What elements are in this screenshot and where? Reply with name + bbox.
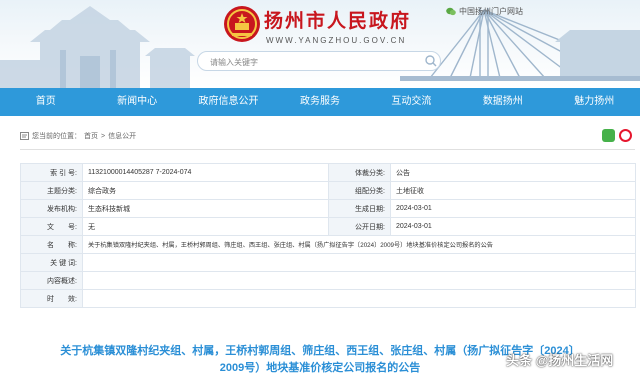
watermark: 头条 @扬州生活网 [506, 353, 614, 368]
table-row: 发布机构: 生态科技新城 生成日期: 2024-03-01 [20, 199, 636, 218]
table-row: 时 效: [20, 289, 636, 308]
weibo-share-icon[interactable] [619, 129, 632, 142]
site-url: WWW.YANGZHOU.GOV.CN [266, 36, 407, 45]
name-value: 关于杭集镇双隆村纪夹组、村属，王桥村郭周组、筛庄组、西王组、张庄组、村属（扬广拟… [82, 235, 636, 254]
breadcrumb-current[interactable]: 信息公开 [108, 131, 136, 141]
main-nav: 首页 新闻中心 政府信息公开 政务服务 互动交流 数据扬州 魅力扬州 [0, 88, 640, 116]
search-button[interactable] [408, 52, 440, 70]
breadcrumb-sep: > [101, 132, 106, 140]
keyword-value [82, 253, 636, 272]
site-title[interactable]: 扬州市人民政府 [264, 6, 411, 33]
table-row: 主题分类: 综合政务 组配分类: 土地征收 [20, 181, 636, 200]
index-value: 11321000014405287 7-2024-074 [82, 163, 329, 182]
nav-item-interaction[interactable]: 互动交流 [366, 88, 457, 116]
wechat-share-icon[interactable] [602, 129, 615, 142]
type-value: 公告 [390, 163, 636, 182]
summary-value [82, 271, 636, 290]
breadcrumb-home[interactable]: 首页 [84, 131, 98, 141]
share-buttons [602, 129, 632, 142]
search-icon [425, 55, 437, 67]
doc-no-label: 文 号: [20, 217, 83, 236]
created-value: 2024-03-01 [390, 199, 636, 218]
publisher-value: 生态科技新城 [82, 199, 329, 218]
org-category-value: 土地征收 [390, 181, 636, 200]
nav-item-gov-services[interactable]: 政务服务 [274, 88, 365, 116]
portal-link-label: 中国扬州门户网站 [459, 7, 523, 16]
created-label: 生成日期: [328, 199, 391, 218]
doc-no-value: 无 [82, 217, 329, 236]
search-input[interactable]: 请输入关键字 [197, 51, 441, 71]
nav-item-info-disclosure[interactable]: 政府信息公开 [183, 88, 274, 116]
timeliness-value [82, 289, 636, 308]
publish-date-value: 2024-03-01 [390, 217, 636, 236]
table-row: 内容概述: [20, 271, 636, 290]
org-category-label: 组配分类: [328, 181, 391, 200]
header-banner: 扬州市人民政府 WWW.YANGZHOU.GOV.CN 中国扬州门户网站 请输入… [0, 0, 640, 88]
table-row: 索 引 号: 11321000014405287 7-2024-074 体裁分类… [20, 163, 636, 182]
summary-label: 内容概述: [20, 271, 83, 290]
topic-value: 综合政务 [82, 181, 329, 200]
nav-item-news[interactable]: 新闻中心 [91, 88, 182, 116]
publish-date-label: 公开日期: [328, 217, 391, 236]
portal-link[interactable]: 中国扬州门户网站 [446, 6, 523, 17]
name-label: 名 称: [20, 235, 83, 254]
wechat-icon [446, 7, 456, 16]
nav-item-data[interactable]: 数据扬州 [457, 88, 548, 116]
breadcrumb-prefix: 您当前的位置： [32, 133, 81, 140]
table-row: 关 键 词: [20, 253, 636, 272]
document-info-table: 索 引 号: 11321000014405287 7-2024-074 体裁分类… [20, 163, 636, 308]
nav-item-charm[interactable]: 魅力扬州 [549, 88, 640, 116]
breadcrumb: 您当前的位置： 首页 > 信息公开 [20, 131, 136, 141]
timeliness-label: 时 效: [20, 289, 83, 308]
national-emblem-icon [224, 6, 260, 42]
topic-label: 主题分类: [20, 181, 83, 200]
table-row: 文 号: 无 公开日期: 2024-03-01 [20, 217, 636, 236]
publisher-label: 发布机构: [20, 199, 83, 218]
location-icon [20, 132, 29, 140]
index-label: 索 引 号: [20, 163, 83, 182]
type-label: 体裁分类: [328, 163, 391, 182]
divider [20, 149, 635, 150]
table-row: 名 称: 关于杭集镇双隆村纪夹组、村属，王桥村郭周组、筛庄组、西王组、张庄组、村… [20, 235, 636, 254]
keyword-label: 关 键 词: [20, 253, 83, 272]
nav-item-home[interactable]: 首页 [0, 88, 91, 116]
